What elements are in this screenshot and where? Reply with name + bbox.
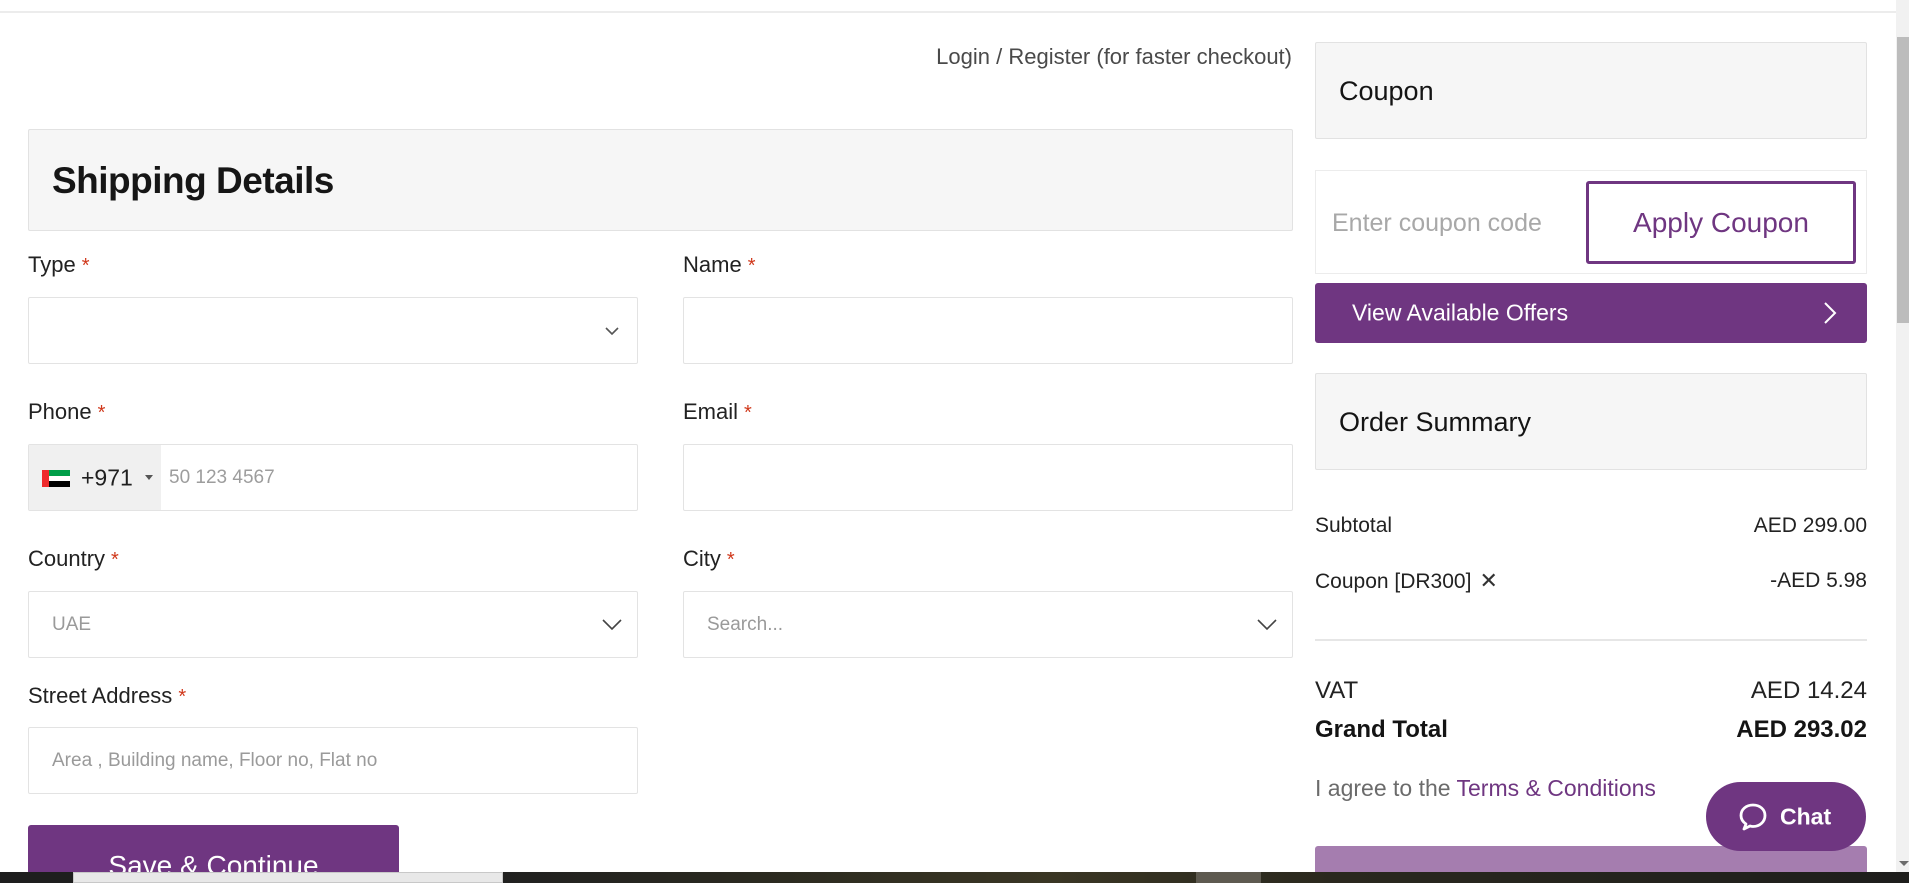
type-label: Type *	[28, 252, 90, 277]
login-register-link[interactable]: Login / Register (for faster checkout)	[936, 44, 1292, 70]
view-available-offers-button[interactable]: View Available Offers	[1315, 283, 1867, 343]
apply-coupon-button[interactable]: Apply Coupon	[1586, 181, 1856, 264]
country-code: +971	[81, 464, 133, 490]
top-divider	[0, 0, 1896, 13]
chevron-down-icon	[605, 326, 619, 335]
coupon-code-input[interactable]	[1332, 201, 1552, 245]
grand-total-value: AED 293.02	[1736, 716, 1867, 743]
required-mark: *	[747, 255, 756, 277]
country-select[interactable]: UAE	[28, 591, 638, 658]
vat-value: AED 14.24	[1750, 677, 1867, 704]
os-taskbar	[0, 872, 1909, 883]
street-address-label: Street Address *	[28, 683, 187, 708]
coupon-applied-label: Coupon [DR300]	[1315, 570, 1472, 593]
city-select[interactable]: Search...	[683, 591, 1293, 658]
phone-label: Phone *	[28, 399, 106, 424]
taskbar-window[interactable]	[73, 872, 503, 883]
chevron-down-icon	[1257, 618, 1277, 630]
chat-label: Chat	[1780, 803, 1832, 829]
vat-row: VAT AED 14.24	[1315, 677, 1867, 705]
terms-agreement: I agree to the Terms & Conditions	[1315, 775, 1656, 801]
grand-total-row: Grand Total AED 293.02	[1315, 716, 1867, 744]
terms-conditions-link[interactable]: Terms & Conditions	[1457, 775, 1656, 801]
summary-divider	[1315, 639, 1867, 641]
shipping-details-header: Shipping Details	[28, 129, 1293, 231]
country-code-selector[interactable]: +971	[29, 445, 161, 510]
scroll-down-arrow-icon[interactable]	[1899, 861, 1909, 866]
coupon-form: Apply Coupon	[1315, 170, 1867, 274]
type-select[interactable]	[28, 297, 638, 364]
required-mark: *	[726, 549, 735, 571]
coupon-title: Coupon	[1339, 76, 1434, 106]
phone-input[interactable]: 50 123 4567	[169, 467, 275, 489]
coupon-row: Coupon [DR300] ✕ -AED 5.98	[1315, 568, 1867, 594]
country-label: Country *	[28, 546, 119, 571]
remove-coupon-icon[interactable]: ✕	[1479, 568, 1497, 594]
taskbar-active-app[interactable]	[1196, 872, 1261, 883]
city-label: City *	[683, 546, 735, 571]
subtotal-row: Subtotal AED 299.00	[1315, 514, 1867, 538]
street-address-input[interactable]: Area , Building name, Floor no, Flat no	[28, 727, 638, 794]
order-summary-title: Order Summary	[1339, 407, 1532, 437]
required-mark: *	[81, 255, 90, 277]
email-input[interactable]	[683, 444, 1293, 511]
required-mark: *	[111, 549, 119, 571]
street-address-placeholder: Area , Building name, Floor no, Flat no	[52, 749, 378, 771]
name-input[interactable]	[683, 297, 1293, 364]
chat-bubble-icon	[1739, 803, 1767, 831]
email-label: Email *	[683, 399, 752, 424]
phone-field: +971 50 123 4567	[28, 444, 638, 511]
coupon-discount-value: -AED 5.98	[1770, 569, 1867, 592]
coupon-header: Coupon	[1315, 42, 1867, 139]
required-mark: *	[744, 402, 752, 424]
required-mark: *	[97, 402, 106, 424]
chat-button[interactable]: Chat	[1706, 782, 1866, 851]
vat-label: VAT	[1315, 677, 1359, 704]
caret-down-icon	[145, 475, 153, 480]
subtotal-value: AED 299.00	[1753, 514, 1867, 537]
country-value: UAE	[52, 613, 92, 635]
required-mark: *	[178, 686, 187, 708]
name-label: Name *	[683, 252, 756, 277]
chevron-right-icon	[1824, 302, 1837, 324]
scrollbar-thumb[interactable]	[1897, 37, 1909, 323]
order-summary-header: Order Summary	[1315, 373, 1867, 470]
view-offers-label: View Available Offers	[1352, 299, 1569, 326]
uae-flag-icon	[42, 470, 70, 487]
page-title: Shipping Details	[52, 160, 334, 201]
subtotal-label: Subtotal	[1315, 514, 1393, 537]
city-placeholder: Search...	[707, 613, 784, 635]
chevron-down-icon	[602, 618, 622, 630]
grand-total-label: Grand Total	[1315, 716, 1448, 743]
